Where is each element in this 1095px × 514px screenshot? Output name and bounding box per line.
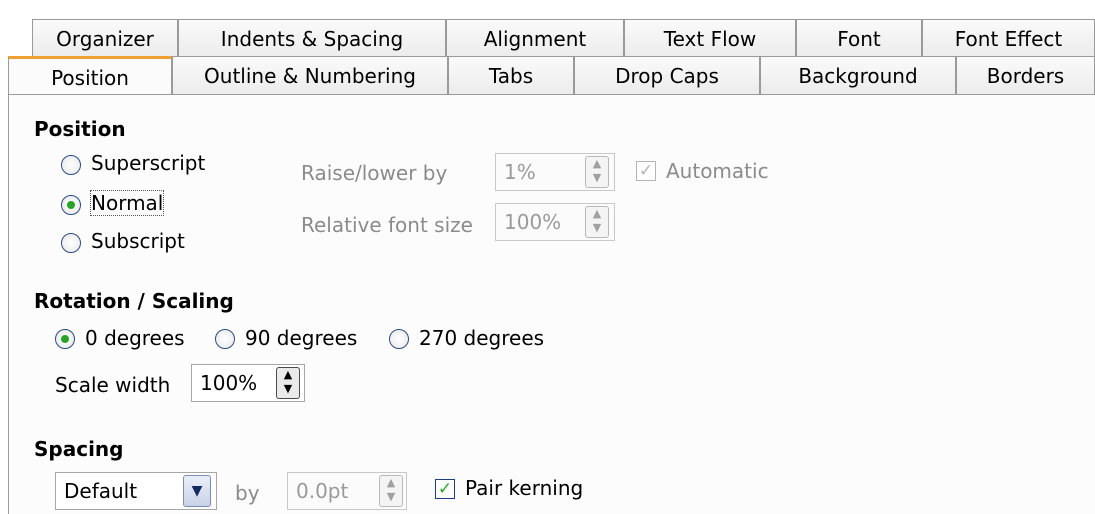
automatic-label[interactable]: Automatic xyxy=(666,159,769,183)
position-panel: Position Superscript Normal Subscript Ra… xyxy=(8,94,1095,514)
spacing-header: Spacing xyxy=(34,437,124,461)
subscript-radio[interactable] xyxy=(61,233,81,253)
pair-kerning-label[interactable]: Pair kerning xyxy=(465,476,583,500)
spacing-by-spinner[interactable]: ▲ ▼ xyxy=(379,475,403,507)
position-header: Position xyxy=(34,117,126,141)
radio-selected-dot xyxy=(67,201,75,209)
scale-width-label: Scale width xyxy=(55,373,171,397)
by-label: by xyxy=(235,481,260,505)
normal-label[interactable]: Normal xyxy=(89,190,165,216)
rotation-90-radio[interactable] xyxy=(215,329,235,349)
relative-font-size-label: Relative font size xyxy=(301,213,473,237)
rotation-270-radio[interactable] xyxy=(389,329,409,349)
tab-drop-caps[interactable]: Drop Caps xyxy=(574,56,760,94)
tab-indents-spacing[interactable]: Indents & Spacing xyxy=(178,19,446,57)
superscript-label[interactable]: Superscript xyxy=(91,151,205,175)
relative-font-size-spinner[interactable]: ▲ ▼ xyxy=(585,206,609,238)
superscript-radio[interactable] xyxy=(61,155,81,175)
rotation-scaling-header: Rotation / Scaling xyxy=(34,289,234,313)
automatic-checkbox[interactable]: ✓ xyxy=(636,161,656,181)
subscript-label[interactable]: Subscript xyxy=(91,229,185,253)
tab-font-effect[interactable]: Font Effect xyxy=(922,19,1095,57)
pair-kerning-checkbox[interactable]: ✓ xyxy=(435,479,455,499)
rotation-90-label[interactable]: 90 degrees xyxy=(245,326,357,350)
tab-organizer[interactable]: Organizer xyxy=(32,19,178,57)
tab-background[interactable]: Background xyxy=(760,56,956,94)
tab-row-front: Position Outline & Numbering Tabs Drop C… xyxy=(0,56,1095,96)
tab-borders[interactable]: Borders xyxy=(956,56,1095,94)
radio-selected-dot xyxy=(61,335,69,343)
rotation-0-label[interactable]: 0 degrees xyxy=(85,326,185,350)
chevron-down-icon[interactable]: ▼ xyxy=(183,475,211,507)
tab-font[interactable]: Font xyxy=(796,19,922,57)
tab-outline-numbering[interactable]: Outline & Numbering xyxy=(172,56,448,94)
tab-row-back: Organizer Indents & Spacing Alignment Te… xyxy=(0,19,1095,57)
normal-radio[interactable] xyxy=(61,195,81,215)
raise-lower-spinner[interactable]: ▲ ▼ xyxy=(585,156,609,188)
scale-width-spinner[interactable]: ▲ ▼ xyxy=(276,367,300,399)
tab-position[interactable]: Position xyxy=(8,56,172,96)
rotation-0-radio[interactable] xyxy=(55,329,75,349)
tab-text-flow[interactable]: Text Flow xyxy=(624,19,796,57)
raise-lower-label: Raise/lower by xyxy=(301,161,448,185)
tab-alignment[interactable]: Alignment xyxy=(446,19,624,57)
tab-tabs[interactable]: Tabs xyxy=(448,56,574,94)
rotation-270-label[interactable]: 270 degrees xyxy=(419,326,544,350)
